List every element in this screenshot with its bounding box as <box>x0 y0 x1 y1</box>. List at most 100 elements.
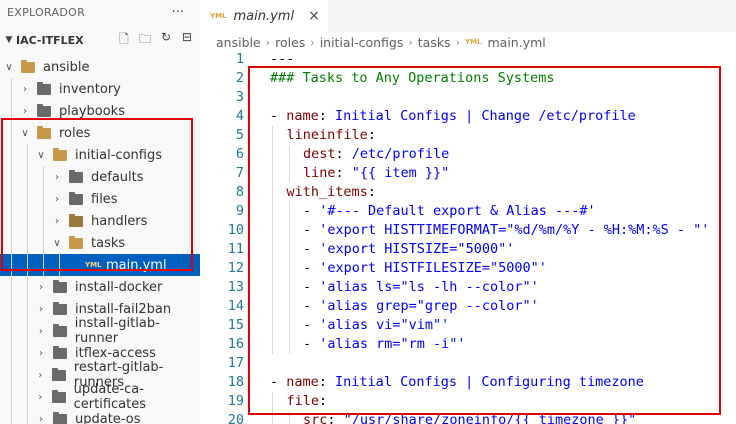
code-token: ### Tasks to Any Operations Systems <box>270 70 555 86</box>
code-text: src: "/usr/share/zoneinfo/{{ timezone }}… <box>303 411 636 424</box>
indent-guide <box>272 183 273 202</box>
indent-guide <box>272 392 273 411</box>
tree-item-handlers[interactable]: › handlers <box>0 210 200 232</box>
chevron-right-icon[interactable]: › <box>51 172 63 183</box>
new-file-icon[interactable]: 🗋 <box>117 30 131 51</box>
code-text: - '#--- Default export & Alias ---#' <box>303 202 596 221</box>
tree-item-label: ansible <box>43 59 90 75</box>
tree-item-files[interactable]: › files <box>0 188 200 210</box>
tree-item-label: defaults <box>91 169 144 185</box>
code-line: 14 - 'alias grep="grep --color"' <box>200 297 736 316</box>
code-token: : <box>318 108 336 124</box>
tree-item-label: handlers <box>91 213 148 229</box>
breadcrumb-item[interactable]: tasks <box>418 35 451 50</box>
chevron-right-icon[interactable]: › <box>19 106 31 117</box>
chevron-down-icon[interactable]: ∨ <box>19 128 31 139</box>
line-number: 18 <box>227 374 244 390</box>
chevron-right-icon[interactable]: › <box>35 392 46 403</box>
indent-guide <box>11 408 12 424</box>
tree-item-tasks[interactable]: ∨ tasks <box>0 232 200 254</box>
tree-item-ansible[interactable]: ∨ ansible <box>0 56 200 78</box>
indent-guide <box>272 335 273 354</box>
tree-item-update-os[interactable]: › update-os <box>0 408 200 424</box>
code-token: : <box>335 146 352 162</box>
indent-guide <box>272 202 273 221</box>
new-folder-icon[interactable]: 🗀 <box>138 30 152 51</box>
tree-item-defaults[interactable]: › defaults <box>0 166 200 188</box>
tree-item-roles[interactable]: ∨ roles <box>0 122 200 144</box>
line-number: 15 <box>227 317 244 333</box>
tree-item-update-ca-certificates[interactable]: › update-ca-certificates <box>0 382 200 412</box>
code-line: 17 <box>200 354 736 373</box>
line-number: 20 <box>227 412 244 424</box>
tab-main-yml[interactable]: YML main.yml × <box>200 0 328 32</box>
code-token: Initial Configs | Change /etc/profile <box>335 108 636 124</box>
tree-item-playbooks[interactable]: › playbooks <box>0 100 200 122</box>
breadcrumb-item[interactable]: initial-configs <box>320 35 404 50</box>
code-token: 'alias rm="rm -i"' <box>319 336 466 352</box>
code-token: : <box>327 412 344 424</box>
tree-item-initial-configs[interactable]: ∨ initial-configs <box>0 144 200 166</box>
line-number: 9 <box>235 203 244 219</box>
chevron-right-icon[interactable]: › <box>51 216 63 227</box>
chevron-right-icon[interactable]: › <box>19 84 31 95</box>
code-text: - 'alias rm="rm -i"' <box>303 335 466 354</box>
chevron-right-icon[interactable]: › <box>35 282 47 293</box>
tree-item-install-docker[interactable]: › install-docker <box>0 276 200 298</box>
code-token: 'export HISTTIMEFORMAT="%d/%m/%Y - %H:%M… <box>319 222 710 238</box>
indent-guide <box>11 144 12 166</box>
indent-guide <box>272 145 273 164</box>
code-token: - <box>303 279 320 295</box>
code-token: : <box>318 374 336 390</box>
chevron-down-icon[interactable]: ∨ <box>35 150 47 161</box>
code-text: with_items: <box>287 183 376 202</box>
code-token: file <box>286 393 320 409</box>
chevron-right-icon[interactable]: › <box>35 414 47 424</box>
indent-guide <box>11 166 12 188</box>
indent-guide <box>43 210 44 232</box>
folder-open-icon <box>69 235 83 249</box>
indent-guide <box>288 202 290 221</box>
breadcrumb-item[interactable]: main.yml <box>487 35 545 50</box>
code-line: 9 - '#--- Default export & Alias ---#' <box>200 202 736 221</box>
code-token: line <box>303 165 336 181</box>
chevron-right-icon: › <box>265 35 271 49</box>
indent-guide <box>272 164 273 183</box>
collapse-all-icon[interactable]: ⊟ <box>180 30 194 51</box>
chevron-down-icon[interactable]: ∨ <box>51 238 63 249</box>
indent-guide <box>11 342 12 364</box>
explorer-header: EXPLORADOR ··· <box>0 0 200 24</box>
code-token: lineinfile <box>286 127 368 143</box>
chevron-right-icon[interactable]: › <box>51 194 63 205</box>
indent-guide <box>27 320 28 342</box>
indent-guide <box>27 342 28 364</box>
tree-item-main-yml[interactable]: YML main.yml <box>0 254 200 276</box>
refresh-icon[interactable]: ↻ <box>159 30 173 51</box>
code-text: - 'export HISTFILESIZE="5000"' <box>303 259 547 278</box>
breadcrumb-item[interactable]: roles <box>275 35 305 50</box>
indent-guide <box>59 254 60 276</box>
chevron-right-icon[interactable]: › <box>35 304 47 315</box>
tree-item-install-gitlab-runner[interactable]: › install-gitlab-runner <box>0 316 200 346</box>
chevron-right-icon[interactable]: › <box>35 370 46 381</box>
chevron-right-icon[interactable]: › <box>35 326 47 337</box>
code-token: - <box>303 241 320 257</box>
tree-item-label: install-fail2ban <box>75 301 172 317</box>
close-icon[interactable]: × <box>308 8 320 24</box>
tree-item-label: roles <box>59 125 91 141</box>
indent-guide <box>11 78 12 100</box>
explorer-sidebar: EXPLORADOR ··· ▼ IAC-ITFLEX 🗋 🗀 ↻ ⊟ ∨ ans… <box>0 0 200 424</box>
chevron-right-icon[interactable]: › <box>35 348 47 359</box>
project-header[interactable]: ▼ IAC-ITFLEX 🗋 🗀 ↻ ⊟ <box>0 24 200 56</box>
folder-icon <box>53 279 67 293</box>
code-line: 5 lineinfile: <box>200 126 736 145</box>
code-token: 'export HISTSIZE="5000"' <box>319 241 515 257</box>
indent-guide <box>11 298 12 320</box>
code-token: "{{ item }}" <box>351 165 450 181</box>
breadcrumb-item[interactable]: ansible <box>216 35 261 50</box>
chevron-down-icon[interactable]: ∨ <box>3 62 15 73</box>
line-number: 13 <box>227 279 244 295</box>
more-actions-icon[interactable]: ··· <box>172 5 184 20</box>
code-token: - <box>303 222 320 238</box>
tree-item-inventory[interactable]: › inventory <box>0 78 200 100</box>
